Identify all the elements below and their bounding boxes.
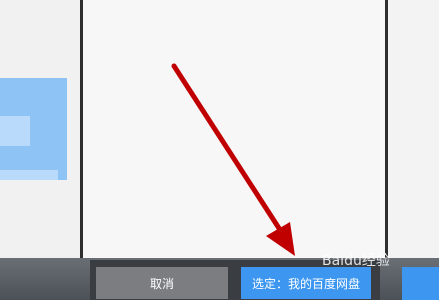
right-panel xyxy=(388,0,439,258)
folder-label-bar xyxy=(0,170,58,180)
folder-thumbnail xyxy=(0,116,30,146)
cancel-button[interactable]: 取消 xyxy=(96,267,228,299)
partial-button[interactable] xyxy=(402,267,439,300)
selected-folder-item[interactable] xyxy=(0,78,67,180)
file-list-panel xyxy=(83,0,385,262)
watermark: Baidu经验 xyxy=(322,253,390,269)
select-destination-button[interactable]: 选定：我的百度网盘 xyxy=(241,267,371,299)
